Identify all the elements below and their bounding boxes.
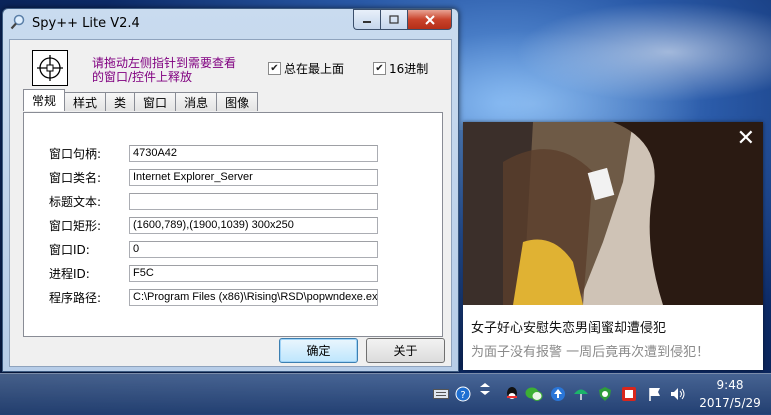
- tab-style[interactable]: 样式: [64, 92, 107, 111]
- network-arrows-icon[interactable]: [476, 380, 494, 398]
- tab-general[interactable]: 常规: [23, 89, 66, 111]
- checkbox-box[interactable]: ✔: [373, 62, 386, 75]
- crosshair-icon: [37, 55, 63, 81]
- field-row-path: 程序路径: C:\Program Files (x86)\Rising\RSD\…: [49, 289, 378, 306]
- finder-tool[interactable]: [32, 50, 68, 86]
- window-id-field[interactable]: 0: [129, 241, 378, 258]
- always-on-top-checkbox[interactable]: ✔ 总在最上面: [268, 60, 344, 77]
- umbrella-icon[interactable]: [572, 385, 590, 403]
- handle-field[interactable]: 4730A42: [129, 145, 378, 162]
- popup-close-icon[interactable]: ✕: [737, 128, 755, 150]
- flag-icon[interactable]: [646, 385, 664, 403]
- close-icon: [424, 14, 435, 25]
- popup-headline[interactable]: 女子好心安慰失恋男闺蜜却遭侵犯: [471, 317, 666, 336]
- desktop-wallpaper: [430, 0, 771, 130]
- tab-class[interactable]: 类: [105, 92, 136, 111]
- window-title: Spy++ Lite V2.4: [32, 16, 140, 31]
- clock-date[interactable]: 2017/5/29: [697, 396, 763, 410]
- tab-messages[interactable]: 消息: [175, 92, 218, 111]
- magnifier-icon: [10, 14, 25, 30]
- field-row-window-id: 窗口ID: 0: [49, 241, 378, 258]
- path-label: 程序路径:: [49, 291, 102, 305]
- classname-label: 窗口类名:: [49, 171, 102, 185]
- volume-icon[interactable]: [669, 385, 687, 403]
- field-row-handle: 窗口句柄: 4730A42: [49, 145, 378, 162]
- stop-icon[interactable]: [620, 385, 638, 403]
- title-bar[interactable]: Spy++ Lite V2.4: [3, 9, 458, 39]
- process-id-field[interactable]: F5C: [129, 265, 378, 282]
- spy-window: Spy++ Lite V2.4 请拖动左侧指针到需要查看的窗口/控件上释放 ✔ …: [2, 8, 459, 372]
- shield-icon[interactable]: [596, 385, 614, 403]
- maximize-button[interactable]: [380, 9, 407, 30]
- hex-checkbox[interactable]: ✔ 16进制: [373, 60, 428, 77]
- wechat-icon[interactable]: [525, 385, 543, 403]
- help-icon[interactable]: ?: [454, 385, 472, 403]
- title-text-label: 标题文本:: [49, 195, 102, 209]
- rect-label: 窗口矩形:: [49, 219, 102, 233]
- tab-image[interactable]: 图像: [216, 92, 259, 111]
- checkbox-box[interactable]: ✔: [268, 62, 281, 75]
- keyboard-icon[interactable]: [432, 385, 450, 403]
- taskbar: ? 9:48 2017/5/29: [0, 373, 771, 415]
- drag-hint-text: 请拖动左侧指针到需要查看的窗口/控件上释放: [92, 56, 237, 84]
- update-icon[interactable]: [549, 385, 567, 403]
- general-panel: 窗口句柄: 4730A42 窗口类名: Internet Explorer_Se…: [23, 112, 443, 337]
- field-row-title: 标题文本:: [49, 193, 378, 210]
- about-button[interactable]: 关于: [366, 338, 445, 363]
- popup-subheadline[interactable]: 为面子没有报警 一周后竟再次遭到侵犯！: [471, 341, 709, 360]
- minimize-icon: [363, 20, 371, 23]
- minimize-button[interactable]: [353, 9, 380, 30]
- svg-text:?: ?: [460, 390, 465, 401]
- handle-label: 窗口句柄:: [49, 147, 102, 161]
- hex-label: 16进制: [389, 62, 429, 76]
- tab-window[interactable]: 窗口: [134, 92, 177, 111]
- process-id-label: 进程ID:: [49, 267, 90, 281]
- title-text-field[interactable]: [129, 193, 378, 210]
- always-on-top-label: 总在最上面: [284, 62, 345, 76]
- photo-illustration: [463, 122, 763, 305]
- field-row-rect: 窗口矩形: (1600,789),(1900,1039) 300x250: [49, 217, 378, 234]
- window-client: 请拖动左侧指针到需要查看的窗口/控件上释放 ✔ 总在最上面 ✔ 16进制 常规 …: [9, 39, 452, 367]
- field-row-process-id: 进程ID: F5C: [49, 265, 378, 282]
- tab-strip: 常规 样式 类 窗口 消息 图像: [23, 89, 259, 111]
- classname-field[interactable]: Internet Explorer_Server: [129, 169, 378, 186]
- window-id-label: 窗口ID:: [49, 243, 90, 257]
- qq-icon[interactable]: [503, 385, 521, 403]
- ok-button[interactable]: 确定: [279, 338, 358, 363]
- news-popup[interactable]: ✕ 女子好心安慰失恋男闺蜜却遭侵犯 为面子没有报警 一周后竟再次遭到侵犯！: [463, 122, 763, 370]
- news-photo[interactable]: ✕: [463, 122, 763, 305]
- maximize-icon: [389, 15, 399, 24]
- path-field[interactable]: C:\Program Files (x86)\Rising\RSD\popwnd…: [129, 289, 378, 306]
- field-row-classname: 窗口类名: Internet Explorer_Server: [49, 169, 378, 186]
- rect-field[interactable]: (1600,789),(1900,1039) 300x250: [129, 217, 378, 234]
- clock-time[interactable]: 9:48: [705, 378, 755, 392]
- close-button[interactable]: [407, 9, 452, 30]
